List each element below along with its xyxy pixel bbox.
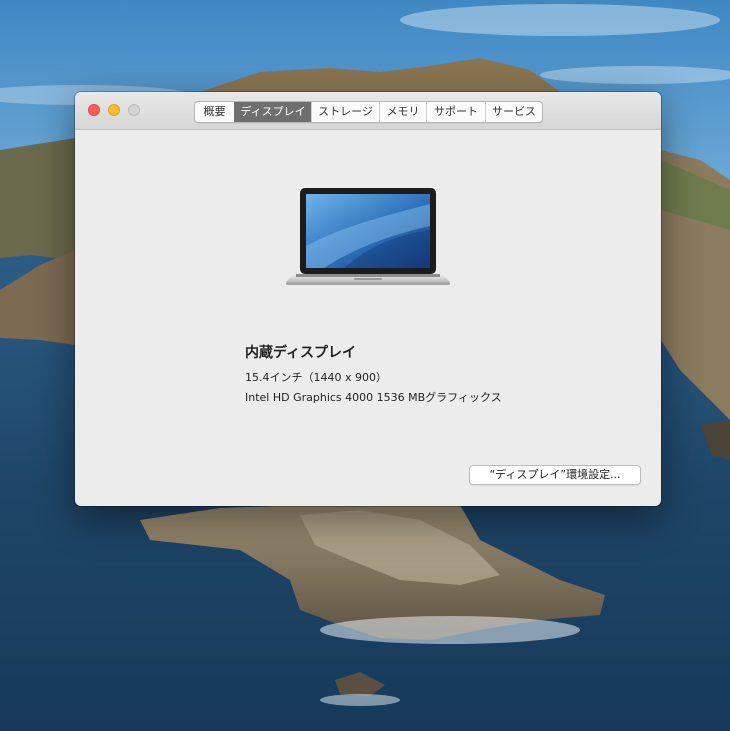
titlebar: 概要 ディスプレイ ストレージ メモリ サポート サービス xyxy=(75,92,661,130)
tab-storage[interactable]: ストレージ xyxy=(311,102,379,122)
close-icon[interactable] xyxy=(88,104,100,116)
tab-support[interactable]: サポート xyxy=(426,102,485,122)
tab-overview[interactable]: 概要 xyxy=(195,102,234,122)
tab-displays[interactable]: ディスプレイ xyxy=(234,102,311,122)
about-this-mac-window: 概要 ディスプレイ ストレージ メモリ サポート サービス 内蔵ディスプレイ 1… xyxy=(75,92,661,506)
display-size: 15.4インチ（1440 x 900） xyxy=(245,371,387,384)
display-panel: 内蔵ディスプレイ 15.4インチ（1440 x 900） Intel HD Gr… xyxy=(75,130,661,506)
tab-bar: 概要 ディスプレイ ストレージ メモリ サポート サービス xyxy=(194,101,543,123)
tab-memory[interactable]: メモリ xyxy=(379,102,426,122)
graphics-info: Intel HD Graphics 4000 1536 MBグラフィックス xyxy=(245,391,502,404)
tab-service[interactable]: サービス xyxy=(485,102,542,122)
minimize-icon[interactable] xyxy=(108,104,120,116)
macbook-pro-icon xyxy=(284,186,452,286)
zoom-icon xyxy=(128,104,140,116)
display-preferences-button[interactable]: “ディスプレイ”環境設定... xyxy=(469,465,641,485)
display-name: 内蔵ディスプレイ xyxy=(245,345,357,361)
